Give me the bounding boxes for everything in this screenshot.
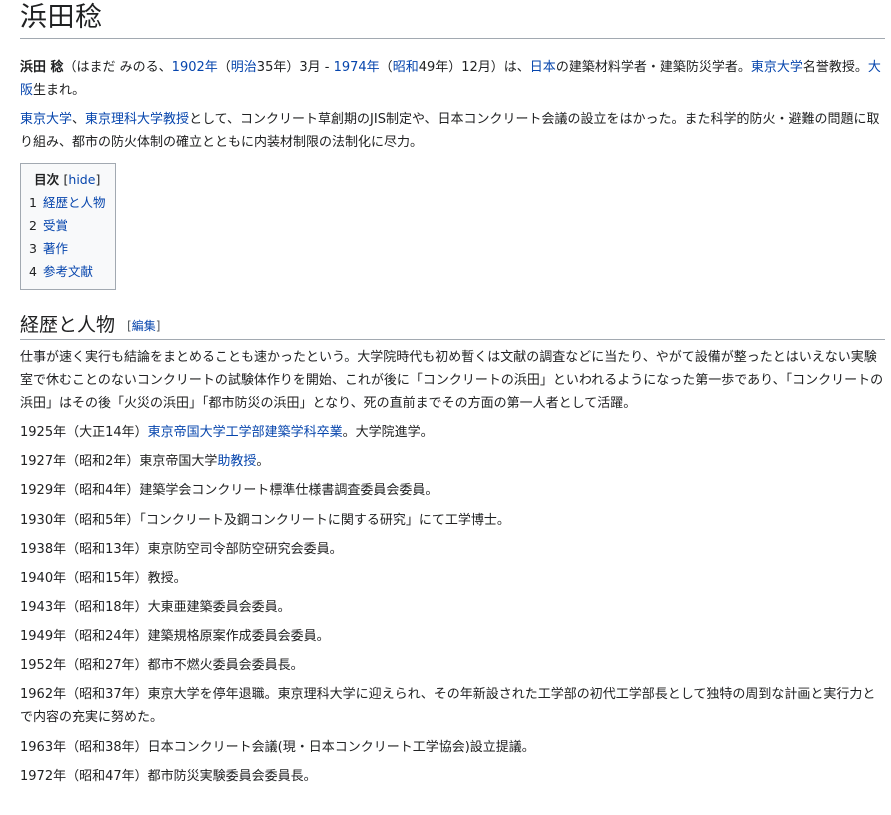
section-heading-text: 経歴と人物 xyxy=(20,314,116,337)
link-graduation[interactable]: 東京帝国大学工学部建築学科卒業 xyxy=(148,425,343,440)
timeline-entry: 1962年（昭和37年）東京大学を停年退職。東京理科大学に迎えられ、その年新設さ… xyxy=(20,687,876,726)
toc-label: 経歴と人物 xyxy=(42,194,106,210)
intro-paragraph: 浜田 稔（はまだ みのる、1902年（明治35年）3月 - 1974年（昭和49… xyxy=(20,60,881,99)
timeline-entry: 1972年（昭和47年）都市防災実験委員会委員長。 xyxy=(20,768,317,784)
toc-label: 著作 xyxy=(42,240,68,256)
toc-number: 1 xyxy=(29,194,37,210)
timeline-entry: 1927年（昭和2年）東京帝国大学助教授。 xyxy=(20,454,270,470)
timeline-entry: 1952年（昭和27年）都市不燃火委員会委員長。 xyxy=(20,658,304,674)
link-1974[interactable]: 1974年 xyxy=(334,60,380,75)
link-tokyo-university-of-science[interactable]: 東京理科大学 xyxy=(85,112,163,127)
toc-label: 受賞 xyxy=(42,217,68,233)
link-showa[interactable]: 昭和 xyxy=(393,60,419,75)
link-tokyo-university[interactable]: 東京大学 xyxy=(751,60,803,75)
toc-header: 目次 [hide] xyxy=(29,168,105,191)
link-meiji[interactable]: 明治 xyxy=(231,60,257,75)
edit-section-link[interactable]: 編集 xyxy=(132,319,156,333)
timeline-entry: 1943年（昭和18年）大東亜建築委員会委員。 xyxy=(20,599,291,615)
link-assistant-professor[interactable]: 助教授 xyxy=(217,454,256,469)
toc-item-references[interactable]: 4 参考文献 xyxy=(29,260,105,283)
link-tokyo-university-2[interactable]: 東京大学 xyxy=(20,112,72,127)
table-of-contents: 目次 [hide] 1 経歴と人物 2 受賞 3 著作 4 参考文献 xyxy=(20,162,117,291)
toc-list: 1 経歴と人物 2 受賞 3 著作 4 参考文献 xyxy=(29,191,105,284)
toc-item-works[interactable]: 3 著作 xyxy=(29,237,105,260)
timeline-entry: 1929年（昭和4年）建築学会コンクリート標準仕様書調査委員会委員。 xyxy=(20,483,439,499)
section-heading-career: 経歴と人物 [編集] xyxy=(20,312,885,340)
toc-number: 3 xyxy=(29,240,37,256)
link-japan[interactable]: 日本 xyxy=(530,60,556,75)
toc-number: 4 xyxy=(29,264,37,280)
timeline-entry: 1938年（昭和13年）東京防空司令部防空研究会委員。 xyxy=(20,541,343,557)
link-1902[interactable]: 1902年 xyxy=(172,60,218,75)
timeline-entry: 1925年（大正14年）東京帝国大学工学部建築学科卒業。大学院進学。 xyxy=(20,425,434,441)
toc-item-career[interactable]: 1 経歴と人物 xyxy=(29,191,105,214)
timeline-entry: 1949年（昭和24年）建築規格原案作成委員会委員。 xyxy=(20,629,330,645)
subject-name: 浜田 稔 xyxy=(20,60,64,76)
page-title: 浜田稔 xyxy=(20,0,885,40)
link-professor[interactable]: 教授 xyxy=(163,112,189,127)
toc-hide-link[interactable]: hide xyxy=(68,172,95,187)
toc-label: 参考文献 xyxy=(42,264,93,280)
toc-title: 目次 xyxy=(34,171,60,187)
article-page: 浜田稔 浜田 稔（はまだ みのる、1902年（明治35年）3月 - 1974年（… xyxy=(0,0,891,815)
timeline-entry: 1963年（昭和38年）日本コンクリート会議(現・日本コンクリート工学協会)設立… xyxy=(20,739,535,755)
career-paragraph: 仕事が速く実行も結論をまとめることも速かったという。大学院時代も初め暫くは文献の… xyxy=(20,349,884,412)
timeline-entry: 1940年（昭和15年）教授。 xyxy=(20,570,187,586)
career-summary-paragraph: 東京大学、東京理科大学教授として、コンクリート草創期のJIS制定や、日本コンクリ… xyxy=(20,112,880,151)
timeline-entry: 1930年（昭和5年）「コンクリート及鋼コンクリートに関する研究」にて工学博士。 xyxy=(20,512,510,528)
toc-item-awards[interactable]: 2 受賞 xyxy=(29,214,105,237)
toc-hide-toggle[interactable]: [hide] xyxy=(64,172,101,187)
edit-section: [編集] xyxy=(127,318,161,333)
toc-number: 2 xyxy=(29,217,37,233)
